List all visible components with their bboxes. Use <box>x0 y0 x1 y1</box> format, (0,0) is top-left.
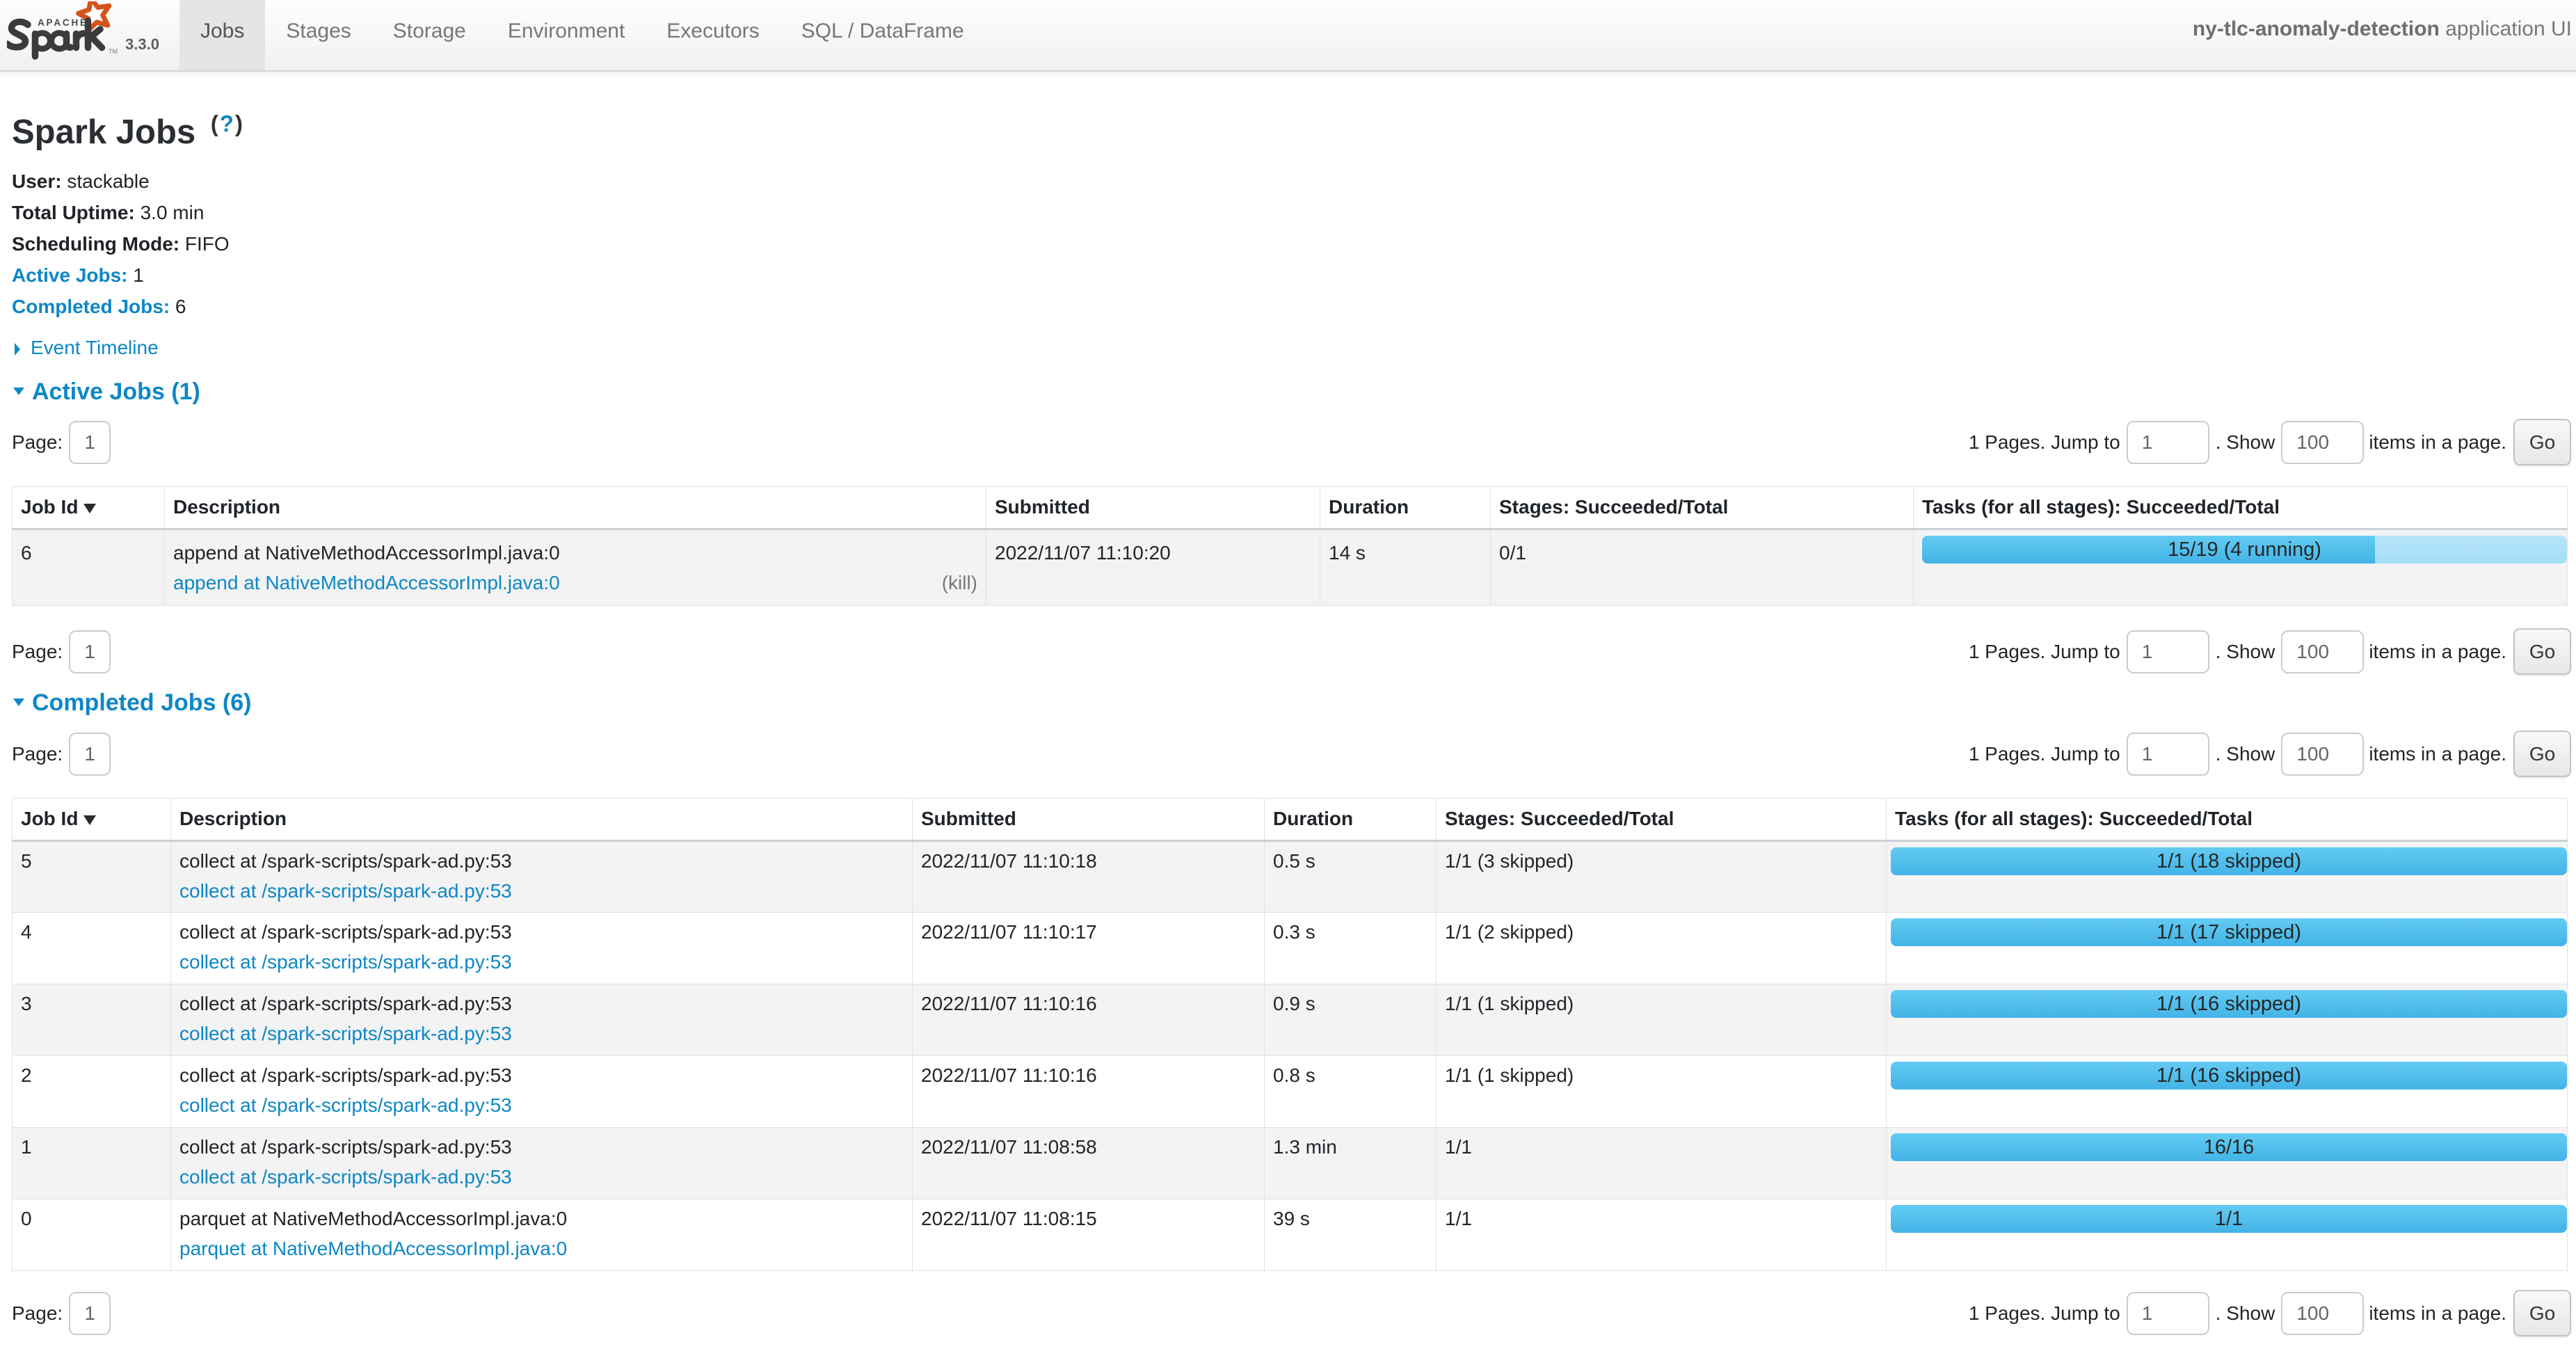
svg-text:TM: TM <box>109 48 118 55</box>
svg-text:APACHE: APACHE <box>38 17 88 28</box>
